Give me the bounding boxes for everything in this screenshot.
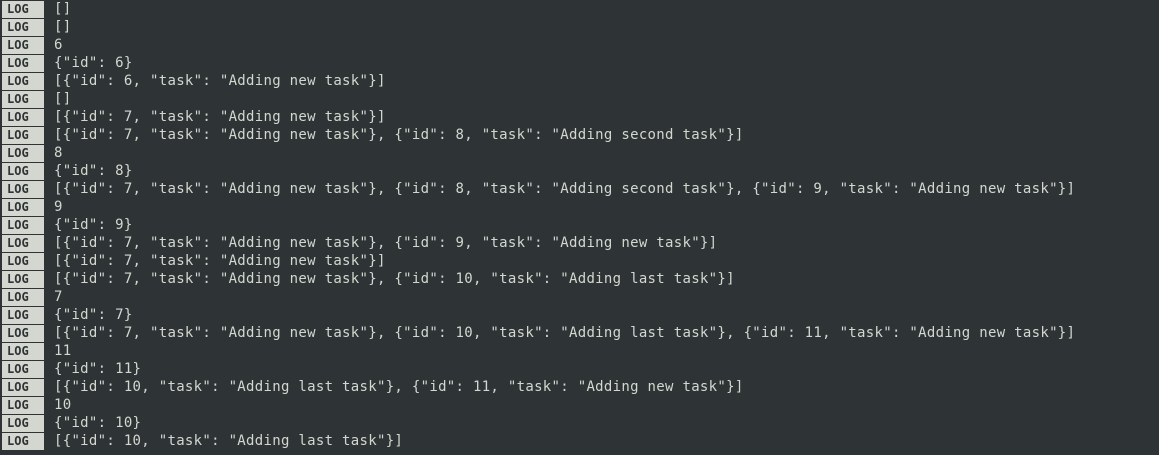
log-message: [{"id": 6, "task": "Adding new task"}]	[54, 73, 386, 89]
log-row: LOG [{"id": 7, "task": "Adding new task"}…	[0, 252, 1159, 270]
log-level-badge: LOG	[2, 361, 44, 378]
log-message: {"id": 9}	[54, 217, 133, 233]
log-row: LOG [{"id": 7, "task": "Adding new task"}…	[0, 324, 1159, 342]
log-level-badge: LOG	[2, 199, 44, 216]
log-message: {"id": 11}	[54, 361, 142, 377]
log-row: LOG [{"id": 7, "task": "Adding new task"}…	[0, 126, 1159, 144]
log-level-badge: LOG	[2, 217, 44, 234]
log-level-badge: LOG	[2, 145, 44, 162]
log-level-badge: LOG	[2, 37, 44, 54]
log-level-badge: LOG	[2, 343, 44, 360]
log-row: LOG 8	[0, 144, 1159, 162]
log-row: LOG 11	[0, 342, 1159, 360]
log-message: 6	[54, 37, 63, 53]
log-level-badge: LOG	[2, 181, 44, 198]
log-row: LOG {"id": 10}	[0, 414, 1159, 432]
log-message: 9	[54, 199, 63, 215]
log-level-badge: LOG	[2, 235, 44, 252]
log-level-badge: LOG	[2, 307, 44, 324]
log-row: LOG [{"id": 7, "task": "Adding new task"}…	[0, 234, 1159, 252]
log-message: {"id": 6}	[54, 55, 133, 71]
log-message: 10	[54, 397, 72, 413]
log-row: LOG 6	[0, 36, 1159, 54]
log-message: []	[54, 1, 72, 17]
log-level-badge: LOG	[2, 289, 44, 306]
log-row: LOG {"id": 11}	[0, 360, 1159, 378]
log-level-badge: LOG	[2, 73, 44, 90]
log-message: 7	[54, 289, 63, 305]
log-message: [{"id": 7, "task": "Adding new task"}, {…	[54, 271, 735, 287]
log-message: [{"id": 7, "task": "Adding new task"}, {…	[54, 325, 1076, 341]
log-message: []	[54, 19, 72, 35]
log-row: LOG []	[0, 90, 1159, 108]
log-row: LOG [{"id": 10, "task": "Adding last task…	[0, 378, 1159, 396]
log-message: [{"id": 7, "task": "Adding new task"}]	[54, 109, 386, 125]
log-message: {"id": 10}	[54, 415, 142, 431]
log-level-badge: LOG	[2, 1, 44, 18]
log-level-badge: LOG	[2, 19, 44, 36]
log-message: 8	[54, 145, 63, 161]
log-level-badge: LOG	[2, 91, 44, 108]
log-level-badge: LOG	[2, 253, 44, 270]
log-row: LOG [{"id": 7, "task": "Adding new task"}…	[0, 180, 1159, 198]
log-message: [{"id": 10, "task": "Adding last task"},…	[54, 379, 744, 395]
log-level-badge: LOG	[2, 415, 44, 432]
log-lines: LOG [] LOG [] LOG 6 LOG {"id": 6} LOG [{"id": 6, …	[0, 0, 1159, 450]
log-row: LOG [{"id": 6, "task": "Adding new task"}…	[0, 72, 1159, 90]
log-row: LOG []	[0, 0, 1159, 18]
log-level-badge: LOG	[2, 55, 44, 72]
log-level-badge: LOG	[2, 379, 44, 396]
terminal-log-output: LOG [] LOG [] LOG 6 LOG {"id": 6} LOG [{"id": 6, …	[0, 0, 1159, 455]
log-message: []	[54, 91, 72, 107]
log-row: LOG 10	[0, 396, 1159, 414]
log-row: LOG {"id": 8}	[0, 162, 1159, 180]
log-row: LOG [{"id": 10, "task": "Adding last task…	[0, 432, 1159, 450]
log-message: 11	[54, 343, 72, 359]
log-message: [{"id": 10, "task": "Adding last task"}]	[54, 433, 404, 449]
log-message: {"id": 7}	[54, 307, 133, 323]
log-row: LOG {"id": 7}	[0, 306, 1159, 324]
log-row: LOG []	[0, 18, 1159, 36]
log-level-badge: LOG	[2, 163, 44, 180]
log-row: LOG [{"id": 7, "task": "Adding new task"}…	[0, 108, 1159, 126]
log-level-badge: LOG	[2, 433, 44, 450]
log-level-badge: LOG	[2, 271, 44, 288]
log-row: LOG {"id": 9}	[0, 216, 1159, 234]
log-row: LOG {"id": 6}	[0, 54, 1159, 72]
log-level-badge: LOG	[2, 127, 44, 144]
log-row: LOG 9	[0, 198, 1159, 216]
log-message: {"id": 8}	[54, 163, 133, 179]
log-message: [{"id": 7, "task": "Adding new task"}]	[54, 253, 386, 269]
log-level-badge: LOG	[2, 325, 44, 342]
log-message: [{"id": 7, "task": "Adding new task"}, {…	[54, 235, 718, 251]
log-row: LOG 7	[0, 288, 1159, 306]
log-message: [{"id": 7, "task": "Adding new task"}, {…	[54, 127, 744, 143]
log-level-badge: LOG	[2, 109, 44, 126]
log-row: LOG [{"id": 7, "task": "Adding new task"}…	[0, 270, 1159, 288]
log-message: [{"id": 7, "task": "Adding new task"}, {…	[54, 181, 1076, 197]
log-level-badge: LOG	[2, 397, 44, 414]
